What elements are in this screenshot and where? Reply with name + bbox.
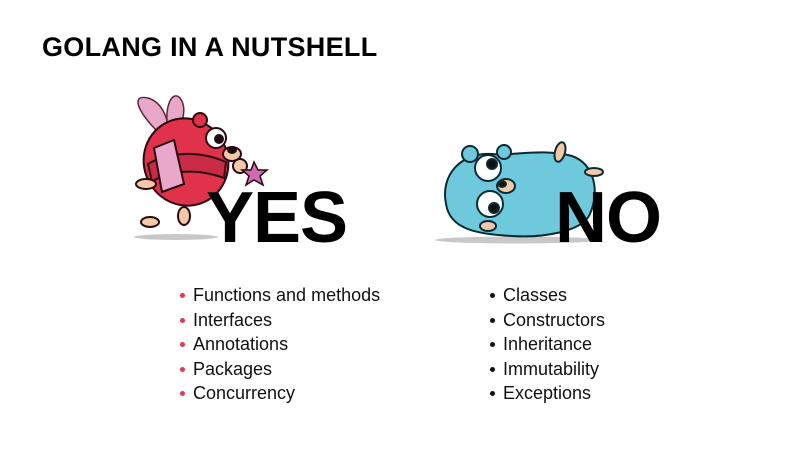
list-item: Inheritance	[490, 332, 605, 357]
list-item: Classes	[490, 283, 605, 308]
list-item: Concurrency	[180, 381, 380, 406]
bullet-icon	[490, 391, 495, 396]
bullet-icon	[490, 342, 495, 347]
list-item: Functions and methods	[180, 283, 380, 308]
bullet-icon	[490, 317, 495, 323]
bullet-icon	[180, 342, 185, 347]
bullet-icon	[490, 366, 495, 372]
list-item: Annotations	[180, 332, 380, 357]
list-item: Constructors	[490, 308, 605, 333]
yes-list: Functions and methods Interfaces Annotat…	[180, 283, 380, 406]
bullet-icon	[180, 366, 185, 372]
list-item: Packages	[180, 357, 380, 382]
list-item: Exceptions	[490, 381, 605, 406]
list-item: Immutability	[490, 357, 605, 382]
no-heading: NO	[555, 178, 662, 258]
bullet-icon	[490, 293, 495, 298]
bullet-icon	[180, 317, 185, 323]
bullet-icon	[180, 293, 185, 298]
slide-title: GOLANG IN A NUTSHELL	[42, 32, 378, 62]
list-item: Interfaces	[180, 308, 380, 333]
yes-heading: YES	[206, 178, 348, 258]
no-list: Classes Constructors Inheritance Immutab…	[490, 283, 605, 406]
bullet-icon	[180, 391, 185, 396]
